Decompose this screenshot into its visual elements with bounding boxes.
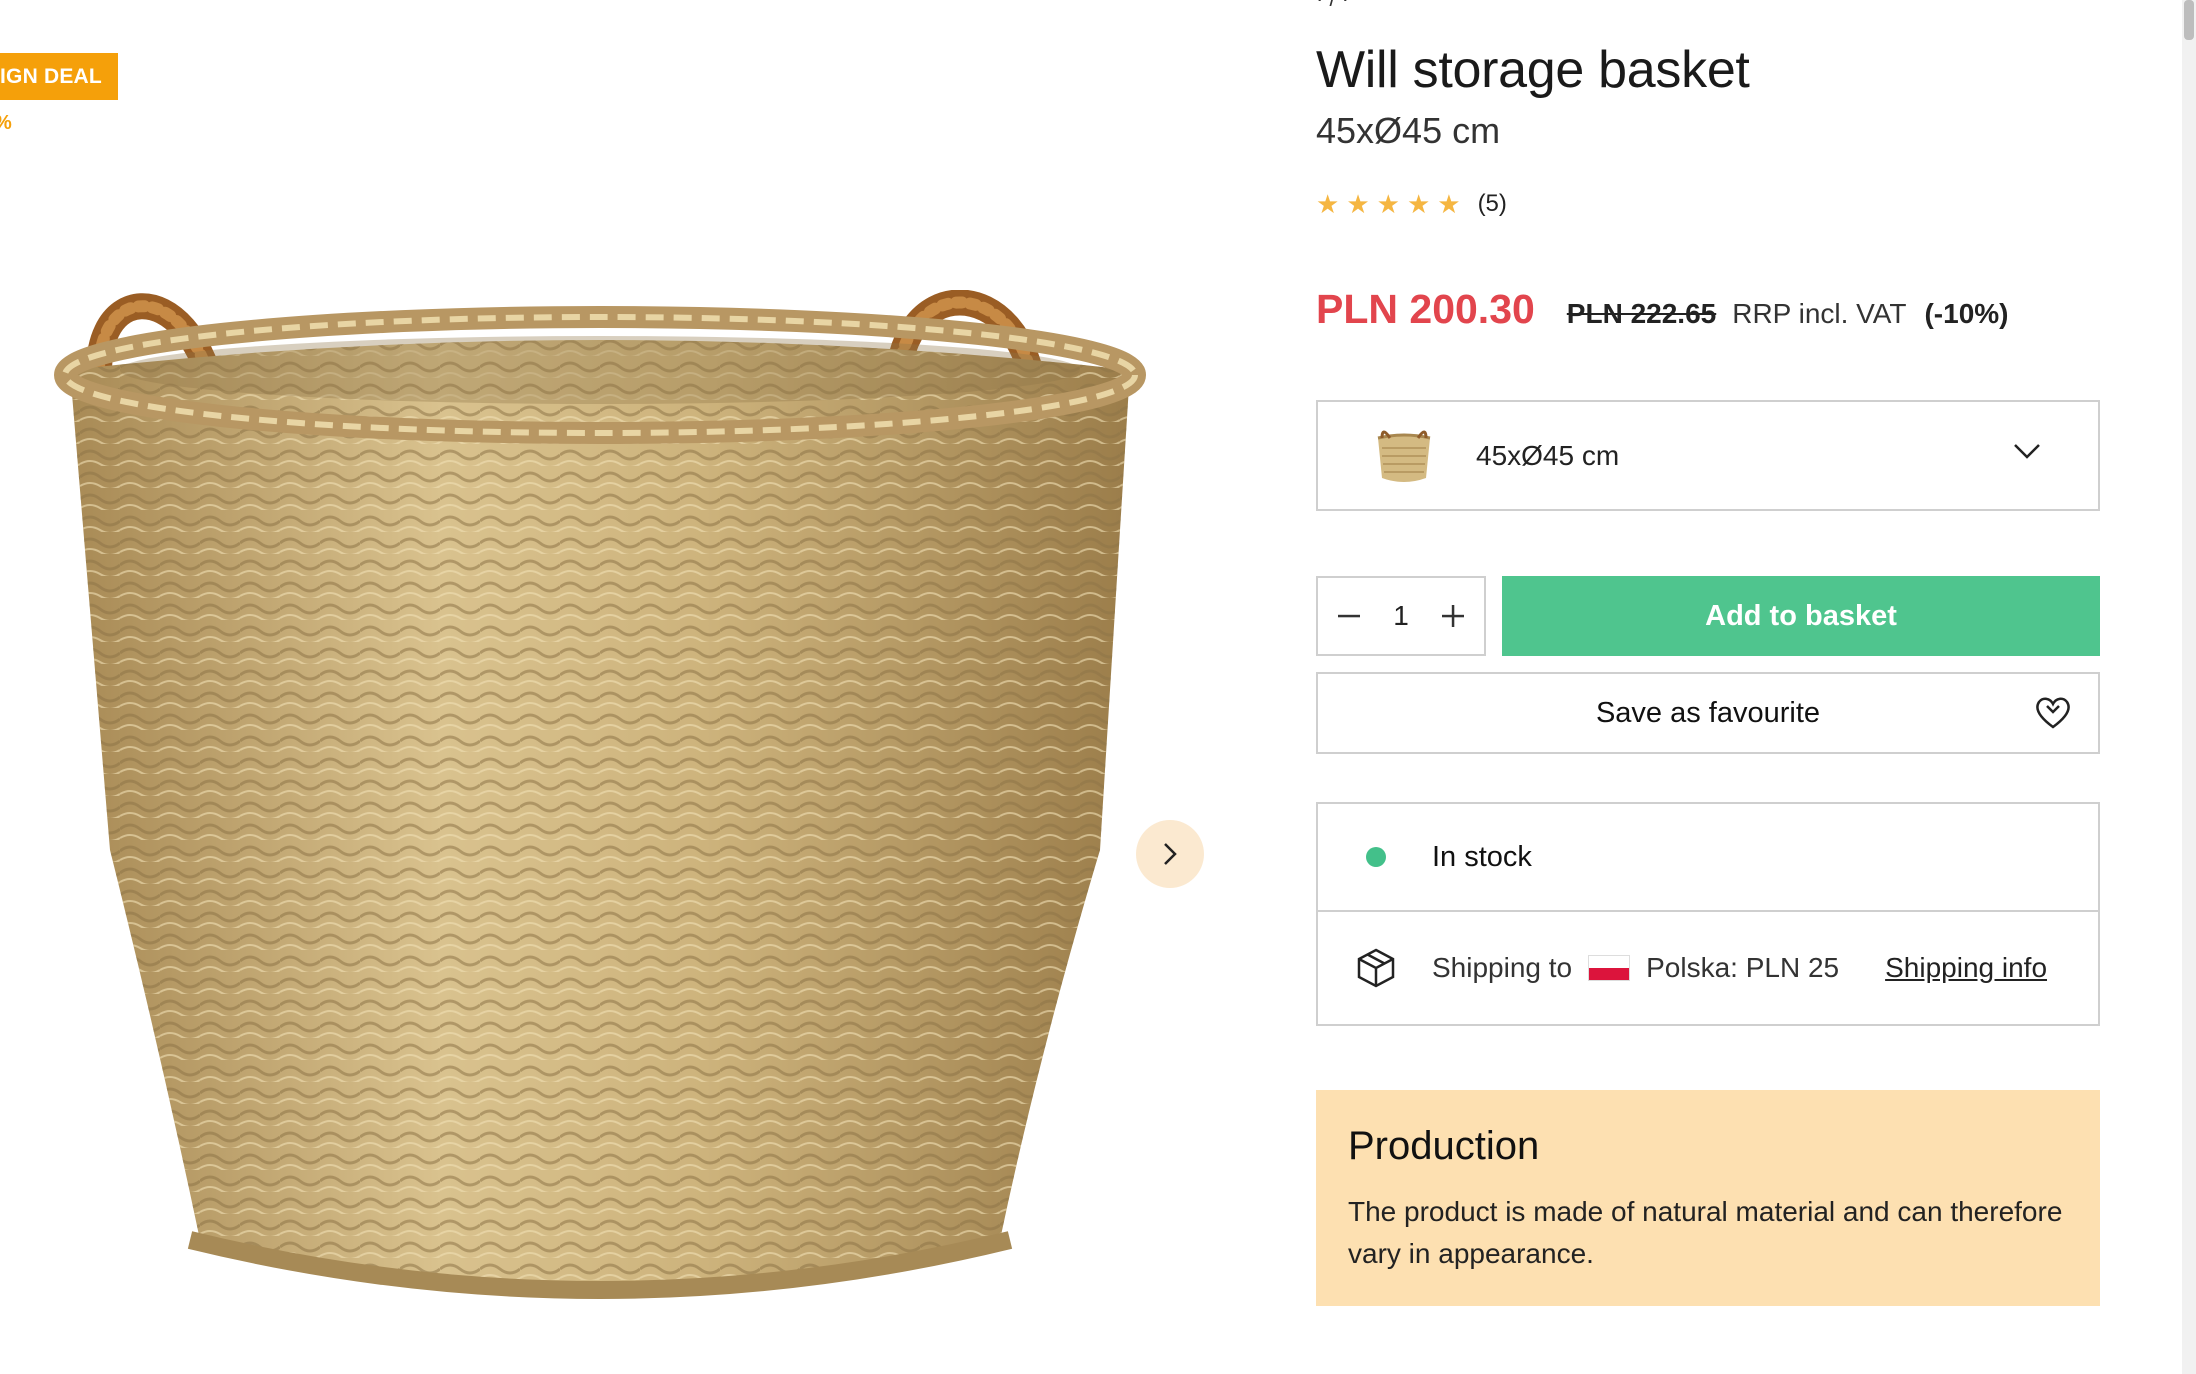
availability-box: In stock Shipping to Polska: PLN 25 Ship… [1316,802,2100,1026]
variant-select[interactable]: 45xØ45 cm [1316,400,2100,511]
rrp-label: RRP incl. VAT [1732,298,1907,329]
page-scrollbar[interactable] [2182,0,2196,1374]
star-icon: ★ [1437,189,1461,219]
price-row: PLN 200.30 PLN 222.65 RRP incl. VAT (-10… [1316,286,2009,333]
product-gallery: IGN DEAL % [0,0,1260,1374]
plus-icon [1441,605,1464,627]
increase-quantity-button[interactable] [1440,603,1466,629]
minus-icon [1338,614,1360,618]
shipping-info-link[interactable]: Shipping info [1885,952,2047,984]
add-to-basket-button[interactable]: Add to basket [1502,576,2100,656]
stock-status-dot [1366,847,1386,867]
product-image [54,290,1146,1299]
discount-label: (-10%) [1924,298,2009,329]
product-size: 45xØ45 cm [1316,110,1501,151]
star-icon: ★ [1406,189,1431,219]
save-favourite-button[interactable]: Save as favourite [1316,672,2100,754]
production-text: The product is made of natural material … [1348,1196,2063,1269]
shipping-destination: Polska: PLN 25 [1646,952,1840,983]
variant-label: 45xØ45 cm [1476,439,1620,471]
box-icon [1357,948,1395,988]
heart-icon [2036,697,2070,729]
quantity-value[interactable]: 1 [1393,600,1409,632]
star-icon: ★ [1316,189,1340,219]
variant-thumbnail [1377,430,1431,482]
chevron-right-icon [1164,843,1177,865]
buy-row: 1 Add to basket [1316,576,2100,656]
star-icon: ★ [1346,189,1370,219]
deal-badge: IGN DEAL [0,53,118,100]
shipping-label: Shipping to [1432,952,1573,983]
chevron-down-icon [2014,444,2040,459]
production-heading: Production [1348,1124,1540,1168]
original-price: PLN 222.65 [1566,298,1717,329]
stock-row: In stock [1318,804,2098,912]
star-icon: ★ [1376,189,1400,219]
quantity-stepper: 1 [1316,576,1486,656]
rating[interactable]: ★ ★ ★ ★ ★ (5) [1316,190,1507,218]
scrollbar-thumb[interactable] [2184,0,2194,40]
save-favourite-label: Save as favourite [1595,696,1821,729]
shipping-row: Shipping to Polska: PLN 25 Shipping info [1318,912,2098,1024]
breadcrumb[interactable]: · / · [1316,0,1349,10]
stock-status: In stock [1432,840,1532,873]
gallery-next-button[interactable] [1136,820,1204,888]
poland-flag-icon [1588,955,1631,981]
rating-count[interactable]: (5) [1478,190,1507,218]
production-notice: Production The product is made of natura… [1316,1090,2100,1306]
deal-percent: % [0,112,12,135]
decrease-quantity-button[interactable] [1336,603,1362,629]
product-title: Will storage basket [1316,41,1750,99]
sale-price: PLN 200.30 [1316,286,1535,332]
